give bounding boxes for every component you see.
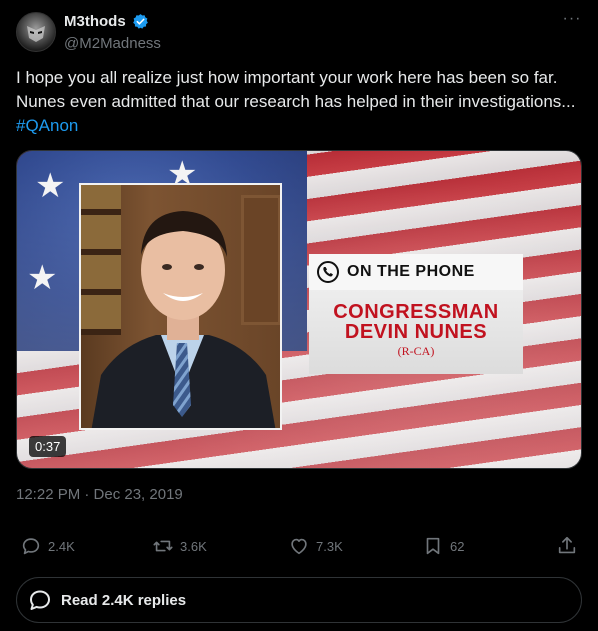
like-count: 7.3K [316,538,343,554]
read-replies-label: Read 2.4K replies [61,591,187,609]
action-bar: 2.4K 3.6K 7.3K 62 [16,530,582,562]
author-names: M3thods @M2Madness [64,13,161,52]
tweet-timestamp[interactable]: 12:22 PM · Dec 23, 2019 [16,486,183,503]
phone-label: ON THE PHONE [347,263,475,280]
repost-icon [153,540,173,552]
chat-bubble-icon [30,590,50,610]
hashtag-link[interactable]: #QAnon [16,116,78,135]
avatar[interactable] [16,12,56,52]
caption-party: (R-CA) [397,344,435,358]
on-the-phone-card: ON THE PHONE CONGRESSMAN DEVIN NUNES (R-… [309,254,523,374]
repost-button[interactable]: 3.6K [152,530,207,562]
phone-card-header: ON THE PHONE [309,254,523,290]
display-name[interactable]: M3thods [64,13,126,30]
tweet-body: I hope you all realize just how importan… [16,68,576,111]
reply-button[interactable]: 2.4K [20,530,75,562]
phone-icon [317,261,339,283]
read-replies-button[interactable]: Read 2.4K replies [16,577,582,623]
video-media[interactable]: ★ ★ ★ ★ [16,150,582,469]
caption-name: DEVIN NUNES [344,321,488,343]
heart-icon [291,538,307,555]
like-button[interactable]: 7.3K [288,530,343,562]
avatar-mask-icon [27,26,45,42]
share-button[interactable] [556,530,584,562]
reply-count: 2.4K [48,538,75,554]
tweet-text: I hope you all realize just how importan… [16,66,582,138]
bookmark-count: 62 [450,538,465,554]
phone-card-body: CONGRESSMAN DEVIN NUNES (R-CA) [309,290,523,374]
repost-count: 3.6K [180,538,207,554]
video-duration: 0:37 [29,436,67,457]
person-figure [91,211,276,428]
bookmark-icon [426,537,440,555]
more-options-icon[interactable]: ··· [562,11,582,32]
bookmark-button[interactable]: 62 [422,530,464,562]
handle[interactable]: @M2Madness [64,35,161,52]
portrait-photo [79,183,282,430]
verified-badge-icon [133,14,148,29]
reply-icon [22,538,40,555]
share-icon [558,536,576,554]
caption-title: CONGRESSMAN [333,301,499,323]
tweet-header: M3thods @M2Madness ··· [16,11,582,52]
